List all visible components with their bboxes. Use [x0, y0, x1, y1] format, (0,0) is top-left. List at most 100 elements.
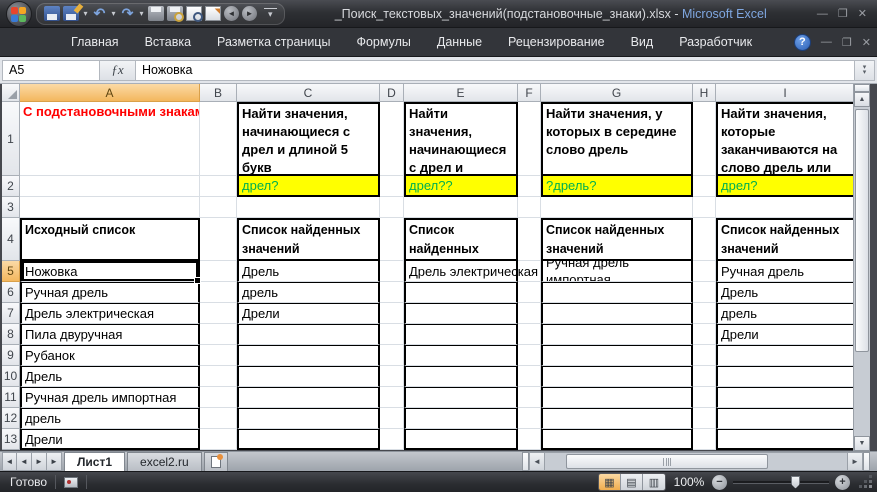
inspect-document-icon[interactable]	[186, 6, 202, 21]
zoom-in-icon[interactable]: +	[835, 475, 850, 490]
col-header-I[interactable]: I	[716, 84, 855, 102]
cell-E8[interactable]	[404, 324, 518, 345]
sheet-tab-Лист1[interactable]: Лист1	[64, 452, 125, 471]
col-header-G[interactable]: G	[541, 84, 693, 102]
cell-I10[interactable]	[716, 366, 855, 387]
cell-D8[interactable]	[380, 324, 404, 345]
cell-D10[interactable]	[380, 366, 404, 387]
cell-B1[interactable]	[200, 102, 237, 176]
cell-B11[interactable]	[200, 387, 237, 408]
cell-G10[interactable]	[541, 366, 693, 387]
send-document-icon[interactable]	[205, 6, 221, 21]
cell-C6[interactable]: дрель	[237, 282, 380, 303]
cell-E10[interactable]	[404, 366, 518, 387]
row-header-13[interactable]: 13	[2, 429, 20, 450]
vertical-scrollbar[interactable]: ▲ ▼	[853, 84, 870, 451]
zoom-out-icon[interactable]: −	[712, 475, 727, 490]
cell-I13[interactable]	[716, 429, 855, 450]
cell-F13[interactable]	[518, 429, 541, 450]
row-header-7[interactable]: 7	[2, 303, 20, 324]
cell-F7[interactable]	[518, 303, 541, 324]
last-sheet-icon[interactable]: ►	[47, 452, 62, 471]
cell-F12[interactable]	[518, 408, 541, 429]
save-as-icon[interactable]	[63, 6, 79, 21]
workbook-minimize-button[interactable]: —	[821, 36, 832, 48]
help-icon[interactable]: ?	[794, 34, 811, 51]
cell-C1[interactable]: Найти значения, начинающиеся с дрел и дл…	[237, 102, 380, 176]
row-header-8[interactable]: 8	[2, 324, 20, 345]
cell-C10[interactable]	[237, 366, 380, 387]
cell-I6[interactable]: Дрель	[716, 282, 855, 303]
cell-E7[interactable]	[404, 303, 518, 324]
insert-worksheet-icon[interactable]	[204, 452, 228, 471]
formula-input[interactable]: Ножовка	[136, 60, 855, 81]
cell-D6[interactable]	[380, 282, 404, 303]
select-all-corner[interactable]	[2, 84, 20, 102]
ribbon-tab-Формулы[interactable]: Формулы	[343, 30, 423, 54]
scroll-down-icon[interactable]: ▼	[854, 436, 870, 451]
cell-D12[interactable]	[380, 408, 404, 429]
col-header-B[interactable]: B	[200, 84, 237, 102]
cell-H6[interactable]	[693, 282, 716, 303]
ribbon-tab-Рецензирование[interactable]: Рецензирование	[495, 30, 618, 54]
row-header-6[interactable]: 6	[2, 282, 20, 303]
normal-view-button[interactable]: ▦	[599, 474, 621, 490]
cell-H9[interactable]	[693, 345, 716, 366]
cell-A9[interactable]: Рубанок	[20, 345, 200, 366]
ribbon-tab-Вид[interactable]: Вид	[618, 30, 667, 54]
cell-A11[interactable]: Ручная дрель импортная	[20, 387, 200, 408]
cell-B3[interactable]	[200, 197, 237, 218]
row-header-1[interactable]: 1	[2, 102, 20, 176]
cell-I4[interactable]: Список найденных значений	[716, 218, 855, 261]
cell-E9[interactable]	[404, 345, 518, 366]
cell-I7[interactable]: дрель	[716, 303, 855, 324]
cell-H13[interactable]	[693, 429, 716, 450]
cell-F3[interactable]	[518, 197, 541, 218]
maximize-button[interactable]: ❐	[838, 7, 848, 20]
scroll-left-icon[interactable]: ◄	[529, 452, 545, 471]
cell-A6[interactable]: Ручная дрель	[20, 282, 200, 303]
cell-C11[interactable]	[237, 387, 380, 408]
row-header-10[interactable]: 10	[2, 366, 20, 387]
cell-A1[interactable]: С подстановочными знаками	[20, 102, 200, 176]
cell-G11[interactable]	[541, 387, 693, 408]
ribbon-tab-Главная[interactable]: Главная	[58, 30, 132, 54]
zoom-level[interactable]: 100%	[672, 475, 706, 489]
cell-H8[interactable]	[693, 324, 716, 345]
cell-C3[interactable]	[237, 197, 380, 218]
cell-H3[interactable]	[693, 197, 716, 218]
ribbon-tab-Разметка страницы[interactable]: Разметка страницы	[204, 30, 343, 54]
page-layout-view-button[interactable]: ▤	[621, 474, 643, 490]
cell-E11[interactable]	[404, 387, 518, 408]
cell-F4[interactable]	[518, 218, 541, 261]
cell-I2[interactable]: дрел?	[716, 176, 855, 197]
cell-E6[interactable]	[404, 282, 518, 303]
cell-F8[interactable]	[518, 324, 541, 345]
cell-D2[interactable]	[380, 176, 404, 197]
print-preview-icon[interactable]	[167, 6, 183, 21]
ribbon-tab-Данные[interactable]: Данные	[424, 30, 495, 54]
name-box[interactable]: A5	[2, 60, 100, 81]
cell-G8[interactable]	[541, 324, 693, 345]
cell-D11[interactable]	[380, 387, 404, 408]
cell-G3[interactable]	[541, 197, 693, 218]
cell-D1[interactable]	[380, 102, 404, 176]
cell-D4[interactable]	[380, 218, 404, 261]
cell-A5[interactable]: Ножовка	[20, 261, 200, 282]
prev-sheet-icon[interactable]: ◄	[17, 452, 32, 471]
cell-C7[interactable]: Дрели	[237, 303, 380, 324]
redo-icon[interactable]: ↷	[120, 6, 135, 21]
scroll-up-icon[interactable]: ▲	[854, 92, 870, 107]
formula-bar-expand-icon[interactable]: ▾ ▾	[855, 60, 875, 81]
cell-D9[interactable]	[380, 345, 404, 366]
row-header-11[interactable]: 11	[2, 387, 20, 408]
resize-grip[interactable]	[860, 476, 873, 489]
col-header-C[interactable]: C	[237, 84, 380, 102]
undo-icon[interactable]: ↶	[92, 6, 107, 21]
cell-F10[interactable]	[518, 366, 541, 387]
cell-I12[interactable]	[716, 408, 855, 429]
cell-A10[interactable]: Дрель	[20, 366, 200, 387]
cell-G9[interactable]	[541, 345, 693, 366]
cell-I3[interactable]	[716, 197, 855, 218]
cell-H1[interactable]	[693, 102, 716, 176]
